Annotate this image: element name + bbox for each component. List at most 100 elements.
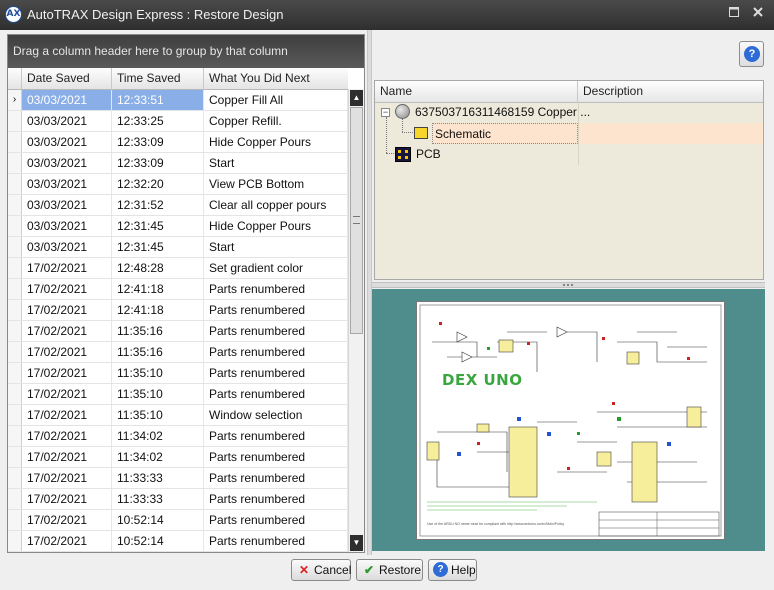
cell-time-saved[interactable]: 12:41:18 xyxy=(112,300,204,320)
cell-date-saved[interactable]: 17/02/2021 xyxy=(22,300,112,320)
cell-action[interactable]: Set gradient color xyxy=(204,258,348,278)
cell-date-saved[interactable]: 17/02/2021 xyxy=(22,258,112,278)
cell-date-saved[interactable]: 03/03/2021 xyxy=(22,195,112,215)
cell-date-saved[interactable]: 17/02/2021 xyxy=(22,531,112,551)
row-indicator[interactable] xyxy=(8,468,22,488)
cell-time-saved[interactable]: 10:52:14 xyxy=(112,531,204,551)
cell-date-saved[interactable]: 17/02/2021 xyxy=(22,426,112,446)
table-row[interactable]: 17/02/2021 11:34:02 Parts renumbered xyxy=(8,447,348,468)
cell-time-saved[interactable]: 11:33:33 xyxy=(112,468,204,488)
restore-button[interactable]: ✔ Restore xyxy=(356,559,423,581)
cell-action[interactable]: Hide Copper Pours xyxy=(204,132,348,152)
column-header-time-saved[interactable]: Time Saved xyxy=(112,68,204,89)
cell-time-saved[interactable]: 10:52:14 xyxy=(112,510,204,530)
cell-date-saved[interactable]: 17/02/2021 xyxy=(22,405,112,425)
group-by-panel[interactable]: Drag a column header here to group by th… xyxy=(8,35,364,68)
cell-date-saved[interactable]: 17/02/2021 xyxy=(22,489,112,509)
row-indicator[interactable] xyxy=(8,405,22,425)
grid-scrollbar[interactable]: ▲ ▼ xyxy=(348,89,364,552)
cell-date-saved[interactable]: 03/03/2021 xyxy=(22,216,112,236)
cell-time-saved[interactable]: 11:35:16 xyxy=(112,342,204,362)
tree-column-description[interactable]: Description xyxy=(578,81,763,102)
cell-time-saved[interactable]: 12:31:45 xyxy=(112,237,204,257)
cell-time-saved[interactable]: 11:34:02 xyxy=(112,447,204,467)
row-indicator[interactable] xyxy=(8,489,22,509)
table-row[interactable]: 17/02/2021 11:34:02 Parts renumbered xyxy=(8,426,348,447)
cell-time-saved[interactable]: 12:32:20 xyxy=(112,174,204,194)
row-indicator[interactable] xyxy=(8,426,22,446)
cell-time-saved[interactable]: 11:35:16 xyxy=(112,321,204,341)
table-row[interactable]: 03/03/2021 12:33:09 Start xyxy=(8,153,348,174)
table-row[interactable]: 17/02/2021 11:33:33 Parts renumbered xyxy=(8,468,348,489)
row-indicator[interactable] xyxy=(8,384,22,404)
help-button[interactable]: ? Help xyxy=(428,559,477,581)
cancel-button[interactable]: ✕ Cancel xyxy=(291,559,351,581)
cell-action[interactable]: Parts renumbered xyxy=(204,510,348,530)
tree-node-schematic[interactable]: Schematic xyxy=(375,123,763,144)
row-indicator[interactable] xyxy=(8,216,22,236)
cell-date-saved[interactable]: 03/03/2021 xyxy=(22,174,112,194)
close-button[interactable] xyxy=(751,7,765,21)
row-indicator[interactable] xyxy=(8,279,22,299)
cell-action[interactable]: Copper Fill All xyxy=(204,90,348,110)
row-indicator[interactable] xyxy=(8,237,22,257)
cell-date-saved[interactable]: 17/02/2021 xyxy=(22,384,112,404)
cell-time-saved[interactable]: 12:33:25 xyxy=(112,111,204,131)
table-row[interactable]: 17/02/2021 11:35:10 Parts renumbered xyxy=(8,384,348,405)
cell-action[interactable]: View PCB Bottom xyxy=(204,174,348,194)
cell-date-saved[interactable]: 17/02/2021 xyxy=(22,342,112,362)
column-header-action[interactable]: What You Did Next xyxy=(204,68,348,89)
cell-date-saved[interactable]: 03/03/2021 xyxy=(22,153,112,173)
cell-date-saved[interactable]: 17/02/2021 xyxy=(22,468,112,488)
horizontal-splitter[interactable] xyxy=(372,282,765,288)
cell-time-saved[interactable]: 12:41:18 xyxy=(112,279,204,299)
cell-date-saved[interactable]: 17/02/2021 xyxy=(22,321,112,341)
cell-date-saved[interactable]: 17/02/2021 xyxy=(22,279,112,299)
cell-time-saved[interactable]: 11:35:10 xyxy=(112,363,204,383)
tree-node-pcb[interactable]: PCB xyxy=(375,144,763,165)
row-indicator[interactable] xyxy=(8,300,22,320)
table-row[interactable]: › 03/03/2021 12:33:51 Copper Fill All xyxy=(8,90,348,111)
cell-action[interactable]: Clear all copper pours xyxy=(204,195,348,215)
cell-action[interactable]: Start xyxy=(204,153,348,173)
column-header-date-saved[interactable]: Date Saved xyxy=(22,68,112,89)
cell-time-saved[interactable]: 12:33:09 xyxy=(112,132,204,152)
table-row[interactable]: 03/03/2021 12:33:09 Hide Copper Pours xyxy=(8,132,348,153)
maximize-button[interactable] xyxy=(727,7,741,21)
scroll-up-icon[interactable]: ▲ xyxy=(350,90,363,106)
cell-action[interactable]: Parts renumbered xyxy=(204,342,348,362)
cell-action[interactable]: Parts renumbered xyxy=(204,321,348,341)
tree-column-name[interactable]: Name xyxy=(375,81,578,102)
table-row[interactable]: 17/02/2021 12:41:18 Parts renumbered xyxy=(8,300,348,321)
table-row[interactable]: 17/02/2021 11:35:16 Parts renumbered xyxy=(8,342,348,363)
cell-action[interactable]: Parts renumbered xyxy=(204,426,348,446)
row-indicator[interactable] xyxy=(8,510,22,530)
cell-action[interactable]: Parts renumbered xyxy=(204,384,348,404)
cell-time-saved[interactable]: 12:33:09 xyxy=(112,153,204,173)
cell-date-saved[interactable]: 03/03/2021 xyxy=(22,111,112,131)
table-row[interactable]: 03/03/2021 12:31:52 Clear all copper pours xyxy=(8,195,348,216)
cell-time-saved[interactable]: 11:35:10 xyxy=(112,405,204,425)
cell-action[interactable]: Parts renumbered xyxy=(204,363,348,383)
cell-action[interactable]: Parts renumbered xyxy=(204,531,348,551)
cell-action[interactable]: Hide Copper Pours xyxy=(204,216,348,236)
table-row[interactable]: 17/02/2021 11:33:33 Parts renumbered xyxy=(8,489,348,510)
row-indicator[interactable] xyxy=(8,153,22,173)
row-indicator[interactable] xyxy=(8,174,22,194)
table-row[interactable]: 17/02/2021 11:35:10 Window selection xyxy=(8,405,348,426)
cell-time-saved[interactable]: 12:31:52 xyxy=(112,195,204,215)
cell-time-saved[interactable]: 12:48:28 xyxy=(112,258,204,278)
table-row[interactable]: 17/02/2021 12:41:18 Parts renumbered xyxy=(8,279,348,300)
cell-date-saved[interactable]: 17/02/2021 xyxy=(22,510,112,530)
collapse-icon[interactable]: − xyxy=(381,108,390,117)
table-row[interactable]: 17/02/2021 11:35:10 Parts renumbered xyxy=(8,363,348,384)
row-indicator[interactable] xyxy=(8,111,22,131)
row-indicator[interactable] xyxy=(8,258,22,278)
cell-action[interactable]: Window selection xyxy=(204,405,348,425)
cell-action[interactable]: Copper Refill. xyxy=(204,111,348,131)
table-row[interactable]: 17/02/2021 10:52:14 Parts renumbered xyxy=(8,531,348,552)
scroll-down-icon[interactable]: ▼ xyxy=(350,535,363,551)
row-indicator[interactable] xyxy=(8,531,22,551)
table-row[interactable]: 03/03/2021 12:32:20 View PCB Bottom xyxy=(8,174,348,195)
cell-time-saved[interactable]: 12:31:45 xyxy=(112,216,204,236)
